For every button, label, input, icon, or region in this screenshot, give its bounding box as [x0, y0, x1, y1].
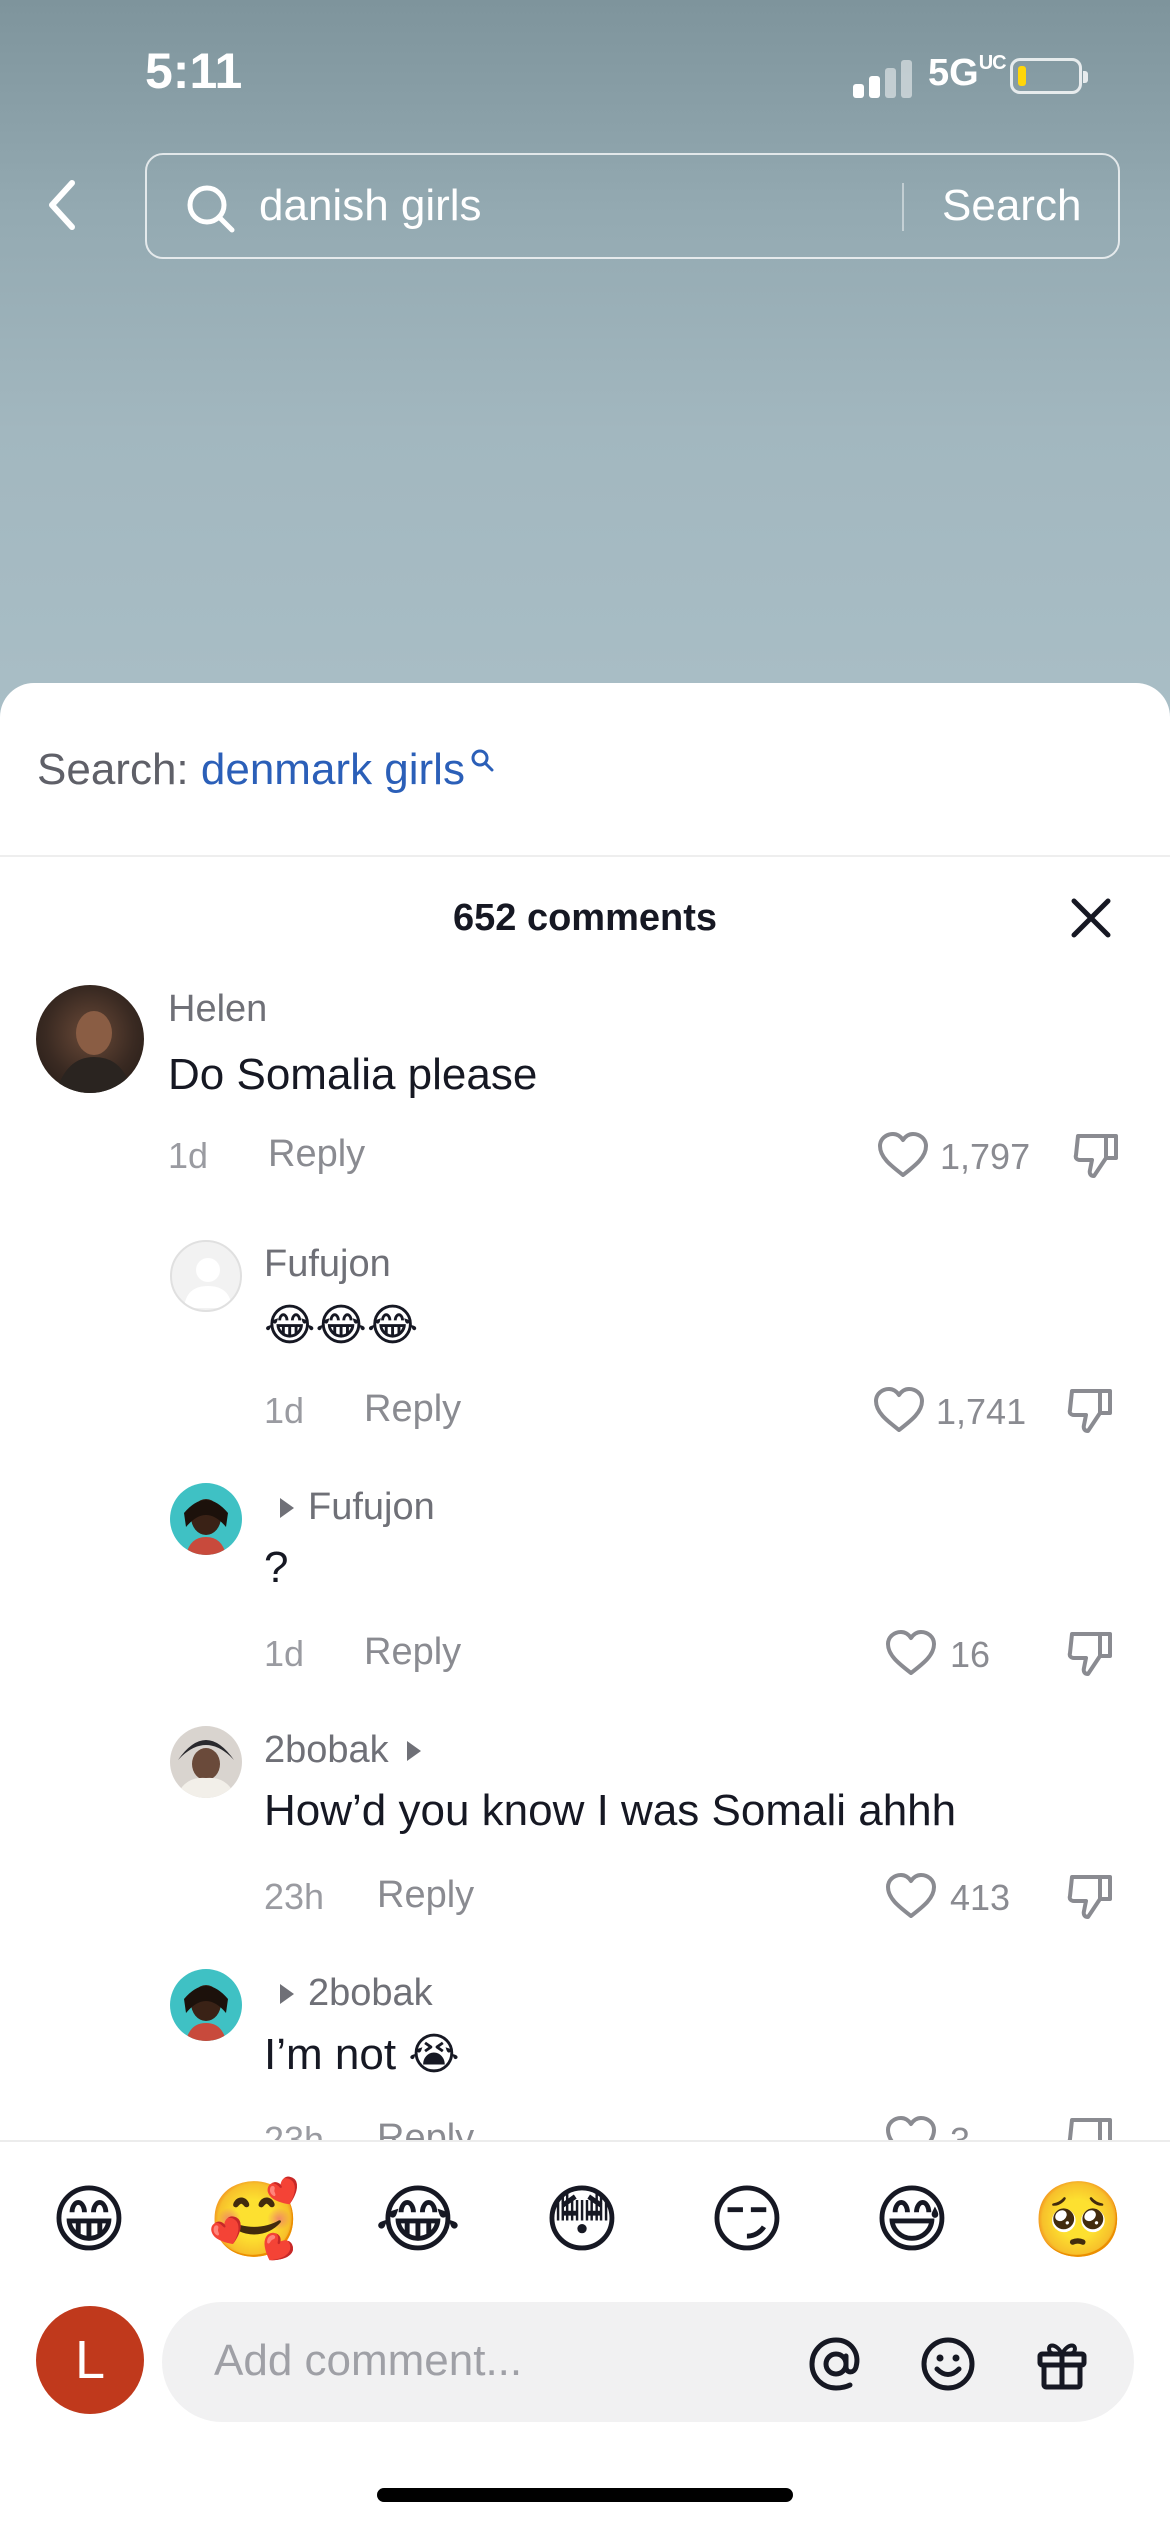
- username-label[interactable]: 2bobak: [264, 1729, 389, 1771]
- comment-time: 1d: [168, 1135, 209, 1176]
- reply-to-username[interactable]: 2bobak: [308, 1972, 433, 2014]
- like-count: 1,797: [940, 1136, 1031, 1177]
- search-divider: [902, 183, 904, 231]
- reply-button[interactable]: Reply: [377, 2117, 474, 2140]
- heart-icon[interactable]: [884, 1628, 938, 1678]
- reply-to-arrow-icon: [280, 1497, 294, 1518]
- emoji-pleading[interactable]: 🥺: [1032, 2175, 1124, 2265]
- dislike-icon[interactable]: [1066, 1385, 1116, 1435]
- avatar-photo: [184, 1985, 228, 2041]
- heart-icon[interactable]: [876, 1130, 930, 1180]
- comment-text: 😂😂😂: [264, 1300, 419, 1351]
- comment-text: I’m not 😭: [264, 2030, 460, 2079]
- comment-username[interactable]: Fufujon: [264, 1243, 391, 1286]
- like-count: 413: [950, 1877, 1011, 1918]
- close-button[interactable]: [1068, 895, 1114, 941]
- comment-username[interactable]: Fufujon: [280, 1486, 435, 1529]
- search-input[interactable]: danish girls: [259, 181, 482, 231]
- comment-composer[interactable]: Add comment...: [162, 2302, 1134, 2422]
- battery-icon: [1010, 58, 1088, 94]
- comment-username[interactable]: 2bobak: [264, 1729, 421, 1772]
- like-count: 16: [950, 1634, 991, 1675]
- avatar[interactable]: [170, 1240, 242, 1312]
- default-avatar-icon: [184, 1258, 232, 1308]
- comment-time: 23h: [264, 2119, 325, 2140]
- status-time: 5:11: [145, 43, 243, 99]
- avatar-photo: [56, 1011, 132, 1093]
- emoji-grinning[interactable]: 😁: [44, 2175, 134, 2265]
- avatar[interactable]: [170, 1483, 242, 1555]
- mention-icon[interactable]: [806, 2334, 866, 2394]
- related-search-link[interactable]: denmark girls: [201, 745, 465, 794]
- back-button[interactable]: [40, 175, 90, 235]
- chevron-left-icon: [49, 180, 75, 230]
- reply-arrow-icon: [406, 1740, 421, 1761]
- home-indicator: [377, 2488, 793, 2502]
- dislike-icon[interactable]: [1066, 1871, 1116, 1921]
- signal-icon: [853, 58, 915, 98]
- search-button[interactable]: Search: [942, 181, 1081, 231]
- emoji-icon[interactable]: [918, 2334, 978, 2394]
- related-search[interactable]: Search: denmark girls: [37, 745, 495, 795]
- like-count: 3: [950, 2120, 970, 2140]
- reply-button[interactable]: Reply: [364, 1388, 461, 1431]
- comments-count: 652 comments: [452, 897, 717, 939]
- emoji-flushed[interactable]: 😳: [537, 2175, 627, 2265]
- avatar-photo: [176, 1740, 236, 1798]
- video-background: [0, 0, 1170, 720]
- emoji-smirk[interactable]: 😏: [702, 2175, 792, 2265]
- heart-icon[interactable]: [884, 2114, 938, 2140]
- network-label: 5GUC: [928, 52, 1007, 94]
- related-search-prefix: Search:: [37, 745, 201, 794]
- comment-username[interactable]: 2bobak: [280, 1972, 433, 2015]
- search-bar[interactable]: danish girls Search: [145, 153, 1120, 259]
- reply-to-arrow-icon: [280, 1983, 294, 2004]
- dislike-icon[interactable]: [1066, 1628, 1116, 1678]
- reply-button[interactable]: Reply: [364, 1631, 461, 1674]
- heart-icon[interactable]: [884, 1871, 938, 1921]
- heart-icon[interactable]: [872, 1385, 926, 1435]
- avatar[interactable]: [36, 985, 144, 1093]
- comment-input[interactable]: Add comment...: [214, 2336, 522, 2386]
- reply-button[interactable]: Reply: [268, 1133, 365, 1176]
- comment-time: 1d: [264, 1390, 305, 1431]
- like-count: 1,741: [936, 1391, 1027, 1432]
- close-icon: [1071, 898, 1111, 938]
- reply-to-username[interactable]: Fufujon: [308, 1486, 435, 1528]
- divider: [0, 2140, 1170, 2142]
- dislike-icon[interactable]: [1072, 1130, 1122, 1180]
- comment-time: 1d: [264, 1633, 305, 1674]
- emoji-smiling-hearts[interactable]: 🥰: [208, 2175, 300, 2265]
- reply-button[interactable]: Reply: [377, 1874, 474, 1917]
- comment-text: How’d you know I was Somali ahhh: [264, 1786, 957, 1835]
- avatar[interactable]: [170, 1969, 242, 2041]
- comment-username[interactable]: Helen: [168, 988, 267, 1031]
- comment-list[interactable]: Helen Do Somalia please 1d Reply 1,797 F…: [0, 960, 1170, 2140]
- avatar[interactable]: [170, 1726, 242, 1798]
- dislike-icon[interactable]: [1066, 2114, 1116, 2140]
- comment-time: 23h: [264, 1876, 325, 1917]
- comment-text: Do Somalia please: [168, 1050, 538, 1099]
- divider: [0, 855, 1170, 857]
- emoji-sweat-smile[interactable]: 😅: [867, 2175, 957, 2265]
- comment-text: ?: [264, 1543, 289, 1592]
- search-icon: [187, 185, 235, 233]
- search-icon: [471, 749, 494, 772]
- current-user-avatar[interactable]: L: [36, 2306, 144, 2414]
- quick-emoji-bar: 😁 🥰 😂 😳 😏 😅 🥺: [0, 2175, 1170, 2275]
- avatar-photo: [184, 1499, 228, 1555]
- emoji-tears-of-joy[interactable]: 😂: [373, 2175, 463, 2265]
- gift-icon[interactable]: [1032, 2334, 1092, 2394]
